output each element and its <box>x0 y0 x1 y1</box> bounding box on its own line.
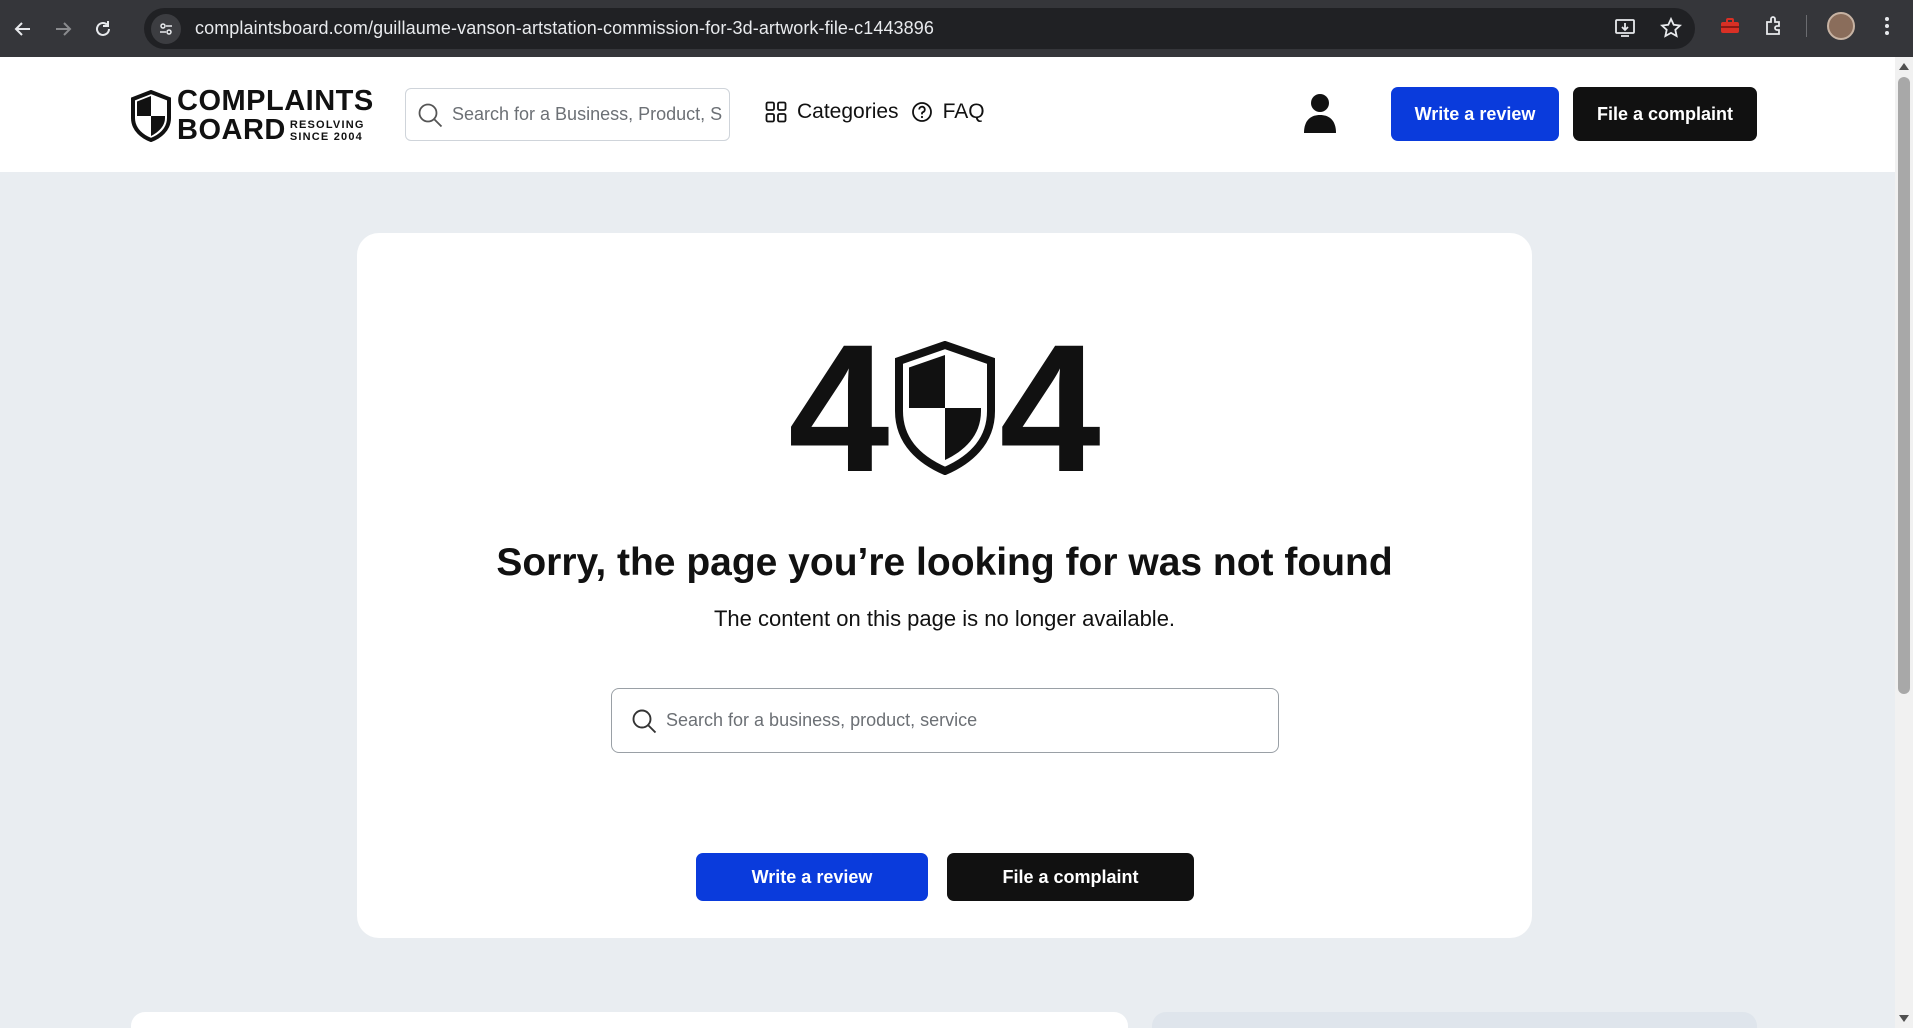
error-code-404: 4 4 <box>357 317 1532 499</box>
scroll-up-arrow-icon[interactable] <box>1899 63 1909 70</box>
install-app-icon[interactable] <box>1613 16 1637 40</box>
extensions-puzzle-icon[interactable] <box>1762 14 1786 38</box>
scroll-down-arrow-icon[interactable] <box>1899 1015 1909 1022</box>
search-icon <box>418 103 443 127</box>
grid-icon <box>765 101 787 123</box>
error-search-input[interactable] <box>666 710 1266 731</box>
main-nav: Categories FAQ <box>765 100 997 124</box>
search-icon <box>632 709 657 733</box>
scroll-thumb[interactable] <box>1898 77 1910 694</box>
arrow-right-icon <box>56 21 72 36</box>
error-digit-left: 4 <box>788 306 890 510</box>
not-found-card: 4 4 Sorry, the page you’re looking for w… <box>357 233 1532 938</box>
logo-line1: COMPLAINTS <box>177 85 374 117</box>
user-icon <box>1304 94 1336 133</box>
arrow-left-icon <box>14 21 30 36</box>
reload-button[interactable] <box>86 12 120 46</box>
header-search[interactable] <box>405 88 730 141</box>
nav-faq[interactable]: FAQ <box>911 100 985 124</box>
toolbar-separator <box>1806 15 1807 37</box>
question-circle-icon <box>911 102 932 122</box>
tune-icon <box>160 22 172 35</box>
site-logo[interactable]: COMPLAINTS BOARD RESOLVING SINCE 2004 <box>131 87 374 145</box>
header-search-input[interactable] <box>452 104 722 125</box>
header-write-review-button[interactable]: Write a review <box>1391 87 1559 141</box>
error-digit-right: 4 <box>999 306 1101 510</box>
site-header: COMPLAINTS BOARD RESOLVING SINCE 2004 Ca… <box>0 57 1895 172</box>
profile-avatar[interactable] <box>1827 12 1855 40</box>
lower-card-left <box>131 1012 1128 1028</box>
bookmark-star-icon[interactable] <box>1659 16 1683 40</box>
error-subtitle: The content on this page is no longer av… <box>713 606 1176 631</box>
nav-categories-label: Categories <box>797 100 899 123</box>
menu-kebab-icon[interactable] <box>1875 14 1899 38</box>
reload-icon <box>96 20 110 36</box>
error-title: Sorry, the page you’re looking for was n… <box>496 541 1393 584</box>
shield-logo-icon <box>131 90 171 142</box>
page-scrollbar[interactable] <box>1895 57 1913 1028</box>
header-file-complaint-button[interactable]: File a complaint <box>1573 87 1757 141</box>
lower-card-right <box>1152 1012 1757 1028</box>
error-search[interactable] <box>611 688 1279 753</box>
write-review-button[interactable]: Write a review <box>696 853 928 901</box>
forward-button[interactable] <box>46 12 80 46</box>
browser-toolbar: complaintsboard.com/guillaume-vanson-art… <box>0 0 1913 57</box>
shield-zero-icon <box>894 341 995 475</box>
logo-tag1: RESOLVING <box>289 118 365 131</box>
logo-tag2: SINCE 2004 <box>289 130 363 143</box>
user-account-button[interactable] <box>1302 93 1338 135</box>
url-text: complaintsboard.com/guillaume-vanson-art… <box>195 18 934 38</box>
back-button[interactable] <box>6 12 40 46</box>
site-info-button[interactable] <box>151 13 181 44</box>
extension-toolbox-icon[interactable] <box>1718 14 1742 38</box>
address-bar[interactable]: complaintsboard.com/guillaume-vanson-art… <box>144 8 1695 49</box>
file-complaint-button[interactable]: File a complaint <box>947 853 1194 901</box>
nav-categories[interactable]: Categories <box>765 100 899 124</box>
nav-faq-label: FAQ <box>942 100 985 123</box>
logo-line2: BOARD <box>177 114 286 146</box>
